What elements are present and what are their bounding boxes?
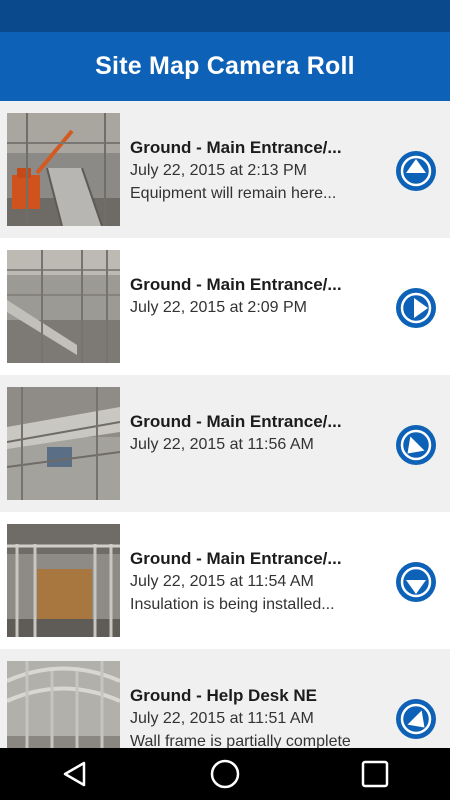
photo-date: July 22, 2015 at 11:54 AM bbox=[130, 573, 314, 590]
photo-thumbnail[interactable] bbox=[7, 113, 120, 226]
photo-date: July 22, 2015 at 2:09 PM bbox=[130, 299, 307, 316]
back-triangle-icon[interactable] bbox=[45, 748, 105, 800]
photo-thumbnail[interactable] bbox=[7, 387, 120, 500]
photo-list-item[interactable]: Ground - Main Entrance/... July 22, 2015… bbox=[0, 375, 450, 512]
system-navigation-bar bbox=[0, 748, 450, 800]
photo-list-item[interactable]: Ground - Main Entrance/... July 22, 2015… bbox=[0, 512, 450, 649]
photo-date: July 22, 2015 at 2:13 PM bbox=[130, 162, 307, 179]
photo-list-item[interactable]: Ground - Help Desk NE July 22, 2015 at 1… bbox=[0, 649, 450, 748]
app-bar: Site Map Camera Roll bbox=[0, 32, 450, 101]
photo-title: Ground - Help Desk NE bbox=[130, 686, 318, 705]
photo-thumbnail[interactable] bbox=[7, 661, 120, 748]
page-title: Site Map Camera Roll bbox=[95, 52, 355, 80]
photo-title: Ground - Main Entrance/... bbox=[130, 275, 342, 294]
compass-south-icon[interactable] bbox=[396, 562, 436, 602]
photo-thumbnail[interactable] bbox=[7, 250, 120, 363]
photo-title: Ground - Main Entrance/... bbox=[130, 412, 342, 431]
compass-north-icon[interactable] bbox=[396, 151, 436, 191]
photo-note: Wall frame is partially complete bbox=[130, 733, 351, 748]
photo-list-item[interactable]: Ground - Main Entrance/... July 22, 2015… bbox=[0, 238, 450, 375]
photo-list-item[interactable]: Ground - Main Entrance/... July 22, 2015… bbox=[0, 101, 450, 238]
photo-note: Insulation is being installed... bbox=[130, 596, 335, 613]
recents-square-icon[interactable] bbox=[345, 748, 405, 800]
photo-note: Equipment will remain here... bbox=[130, 185, 337, 202]
photo-thumbnail[interactable] bbox=[7, 524, 120, 637]
compass-east-icon[interactable] bbox=[396, 288, 436, 328]
photo-date: July 22, 2015 at 11:56 AM bbox=[130, 436, 314, 453]
photo-list[interactable]: Ground - Main Entrance/... July 22, 2015… bbox=[0, 101, 450, 748]
compass-southeast-icon[interactable] bbox=[396, 699, 436, 739]
photo-title: Ground - Main Entrance/... bbox=[130, 549, 342, 568]
photo-date: July 22, 2015 at 11:51 AM bbox=[130, 710, 314, 727]
photo-title: Ground - Main Entrance/... bbox=[130, 138, 342, 157]
compass-southwest-icon[interactable] bbox=[396, 425, 436, 465]
status-bar bbox=[0, 0, 450, 32]
home-circle-icon[interactable] bbox=[195, 748, 255, 800]
